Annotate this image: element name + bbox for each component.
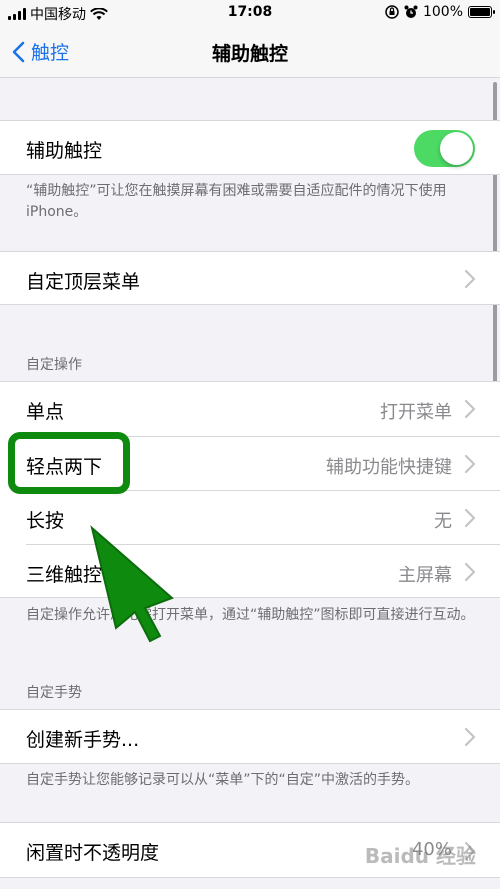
- pointer-arrow-icon: [90, 525, 174, 643]
- watermark: Baidu 经验: [364, 844, 476, 868]
